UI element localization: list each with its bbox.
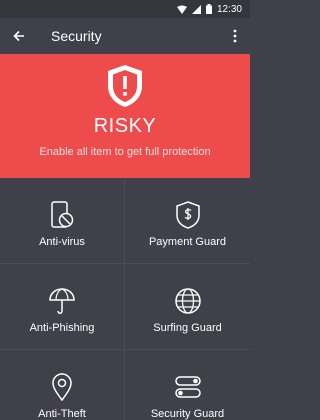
signal-icon [191, 4, 201, 14]
tile-label: Anti-virus [39, 236, 85, 248]
umbrella-icon [49, 288, 75, 314]
app-bar: Security [0, 18, 250, 54]
arrow-left-icon [13, 30, 24, 42]
tile-label: Anti-Theft [38, 408, 86, 420]
phone-shield-icon [51, 201, 74, 228]
dollar-shield-icon [175, 201, 200, 229]
page-title: Security [51, 28, 102, 44]
status-title: RISKY [93, 115, 157, 137]
tile-label: Anti-Phishing [29, 322, 95, 334]
globe-icon [174, 288, 201, 314]
status-message: Enable all item to get full protection [39, 146, 211, 158]
security-status-panel: RISKY Enable all item to get full protec… [0, 54, 250, 178]
tile-label: Surfing Guard [153, 322, 222, 334]
tile-anti-phishing[interactable]: Anti-Phishing [0, 264, 125, 350]
feature-grid: Anti-virus Payment Guard Anti-Phishing S… [0, 178, 250, 420]
tile-anti-virus[interactable]: Anti-virus [0, 178, 125, 264]
tile-label: Payment Guard [148, 236, 227, 248]
wifi-icon [176, 5, 187, 14]
status-time: 12:30 [216, 3, 242, 15]
toggle-switches-icon [174, 376, 201, 398]
tile-surfing-guard[interactable]: Surfing Guard [125, 264, 250, 350]
shield-warning-icon [108, 65, 142, 107]
more-vertical-icon [233, 29, 237, 43]
location-pin-icon [52, 373, 72, 402]
tile-label: Security Guard [150, 408, 225, 420]
back-button[interactable] [0, 18, 38, 54]
tile-payment-guard[interactable]: Payment Guard [125, 178, 250, 264]
battery-icon [205, 4, 212, 14]
status-bar: 12:30 [0, 0, 250, 18]
tile-security-guard[interactable]: Security Guard [125, 350, 250, 420]
more-options-button[interactable] [220, 18, 250, 54]
tile-anti-theft[interactable]: Anti-Theft [0, 350, 125, 420]
